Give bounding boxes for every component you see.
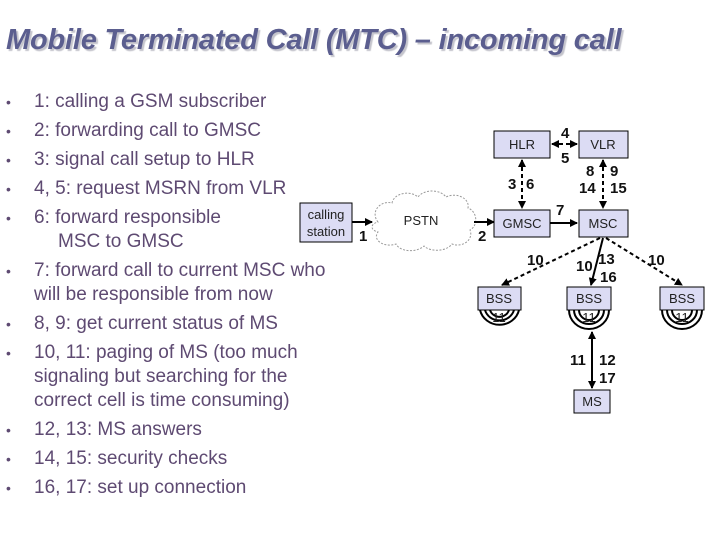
- label-step-7: 7: [556, 202, 564, 219]
- label-step-1: 1: [359, 228, 367, 245]
- label-step-11-bss: 11: [582, 310, 596, 325]
- label-step-4: 4: [561, 125, 570, 142]
- ms-node: MS: [573, 389, 611, 414]
- label-step-11-ms: 11: [570, 352, 586, 369]
- bss-node-middle: BSS 11: [566, 286, 612, 330]
- mtc-diagram: calling station 1 PSTN 2 HLR VLR GMSC MS…: [299, 125, 705, 414]
- label-step-16: 16: [600, 269, 617, 286]
- calling-station-node: calling station: [299, 202, 353, 243]
- gmsc-label: GMSC: [503, 216, 542, 231]
- label-step-12: 12: [599, 352, 616, 369]
- msc-node: MSC: [578, 209, 629, 238]
- label-step-10-right: 10: [648, 252, 665, 269]
- hlr-node: HLR: [493, 130, 551, 159]
- label-step-11-bss: 11: [675, 310, 689, 325]
- label-step-8: 8: [586, 163, 594, 180]
- label-step-13: 13: [598, 251, 615, 268]
- label-step-15: 15: [610, 180, 627, 197]
- vlr-node: VLR: [578, 130, 629, 159]
- bss-label: BSS: [486, 291, 512, 306]
- arrow-msc-bss-right: [605, 237, 683, 286]
- label-step-14: 14: [579, 180, 596, 197]
- label-step-3: 3: [508, 176, 516, 193]
- label-step-11-bss: 11: [492, 310, 506, 325]
- label-step-10-mid: 10: [576, 258, 593, 275]
- pstn-cloud: PSTN: [371, 190, 477, 252]
- bss-node-right: BSS 11: [659, 286, 705, 330]
- label-step-9: 9: [610, 163, 618, 180]
- calling-station-label-line1: calling: [308, 207, 345, 222]
- label-step-10-left: 10: [527, 252, 544, 269]
- msc-label: MSC: [589, 216, 618, 231]
- label-step-17: 17: [599, 370, 616, 387]
- bss-label: BSS: [669, 291, 695, 306]
- pstn-label: PSTN: [404, 213, 439, 228]
- label-step-6: 6: [526, 176, 534, 193]
- vlr-label: VLR: [590, 137, 615, 152]
- label-step-2: 2: [478, 228, 486, 245]
- calling-station-label-line2: station: [307, 224, 345, 239]
- bss-label: BSS: [576, 291, 602, 306]
- hlr-label: HLR: [509, 137, 535, 152]
- label-step-5: 5: [561, 150, 569, 167]
- ms-label: MS: [582, 394, 602, 409]
- gmsc-node: GMSC: [493, 209, 551, 238]
- bss-node-left: BSS 11: [477, 286, 522, 326]
